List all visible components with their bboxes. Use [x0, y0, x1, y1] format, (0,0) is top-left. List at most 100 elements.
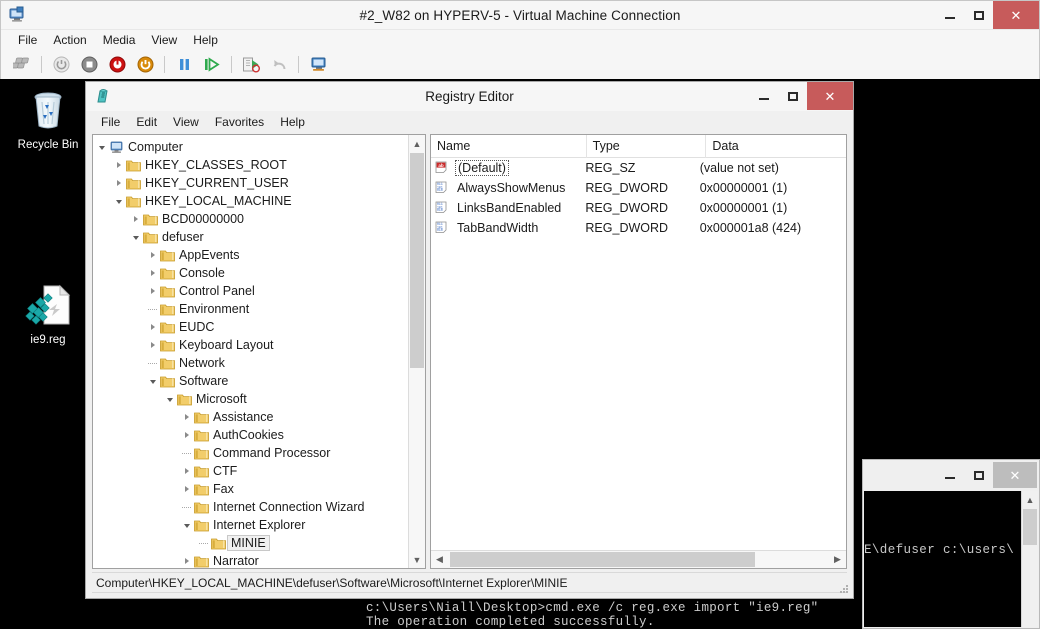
chevron-right-icon[interactable] — [180, 480, 193, 498]
column-header-data[interactable]: Data — [706, 135, 846, 158]
vm-connection-titlebar[interactable]: #2_W82 on HYPERV-5 - Virtual Machine Con… — [1, 1, 1039, 29]
tree-node-control-panel[interactable]: Control Panel — [93, 282, 408, 300]
tree-node-minie[interactable]: MINIE — [93, 534, 408, 552]
command-prompt-console[interactable]: E\defuser c:\users\ ▲ — [864, 491, 1038, 627]
menu-item-edit[interactable]: Edit — [128, 114, 165, 131]
close-button[interactable]: ✕ — [993, 462, 1037, 488]
scrollbar-track[interactable] — [448, 551, 829, 568]
chevron-down-icon[interactable] — [112, 192, 125, 210]
chevron-right-icon[interactable] — [146, 264, 159, 282]
value-list-rows[interactable]: ab (Default) REG_SZ (value not set) 011 101 01… — [431, 158, 846, 550]
value-row[interactable]: ab (Default) REG_SZ (value not set) — [431, 158, 846, 178]
value-row[interactable]: 011 101 010 LinksBandEnabled REG_DWORD 0x0000… — [431, 198, 846, 218]
chevron-right-icon[interactable] — [180, 426, 193, 444]
column-header-type[interactable]: Type — [587, 135, 707, 158]
menu-item-view[interactable]: View — [143, 32, 185, 49]
chevron-down-icon[interactable] — [146, 372, 159, 390]
registry-editor-titlebar[interactable]: Registry Editor ✕ — [86, 82, 853, 111]
chevron-right-icon[interactable] — [146, 282, 159, 300]
tree-node-bcd00000000[interactable]: BCD00000000 — [93, 210, 408, 228]
tree-node-environment[interactable]: Environment — [93, 300, 408, 318]
close-button[interactable]: ✕ — [993, 1, 1039, 29]
reset-icon[interactable] — [199, 53, 225, 77]
tree-vertical-scrollbar[interactable]: ▲ ▼ — [408, 135, 425, 568]
minimize-button[interactable] — [935, 462, 964, 488]
menu-item-media[interactable]: Media — [95, 32, 144, 49]
chevron-down-icon[interactable] — [95, 138, 108, 156]
menu-item-favorites[interactable]: Favorites — [207, 114, 272, 131]
chevron-right-icon[interactable] — [180, 408, 193, 426]
chevron-right-icon[interactable] — [146, 336, 159, 354]
column-header-name[interactable]: Name — [431, 135, 587, 158]
command-prompt-scrollbar[interactable]: ▲ — [1021, 491, 1038, 627]
chevron-down-icon[interactable] — [129, 228, 142, 246]
chevron-down-icon[interactable] — [180, 516, 193, 534]
save-icon[interactable] — [132, 53, 158, 77]
chevron-right-icon[interactable] — [112, 156, 125, 174]
tree-node-narrator[interactable]: Narrator — [93, 552, 408, 568]
menu-item-view[interactable]: View — [165, 114, 207, 131]
tree-node-console[interactable]: Console — [93, 264, 408, 282]
chevron-right-icon[interactable] — [180, 552, 193, 568]
menu-item-action[interactable]: Action — [45, 32, 94, 49]
scroll-up-icon[interactable]: ▲ — [1022, 491, 1038, 508]
close-button[interactable]: ✕ — [807, 82, 853, 110]
tree-node-fax[interactable]: Fax — [93, 480, 408, 498]
scrollbar-thumb[interactable] — [410, 153, 424, 368]
chevron-right-icon[interactable] — [112, 174, 125, 192]
registry-value-list-pane[interactable]: Name Type Data ab (Default) REG_SZ (value n… — [430, 134, 847, 569]
desktop-icon-recycle-bin[interactable]: Recycle Bin — [6, 88, 90, 151]
maximize-button[interactable] — [964, 1, 993, 29]
menu-item-help[interactable]: Help — [185, 32, 226, 49]
menu-item-file[interactable]: File — [93, 114, 128, 131]
command-prompt-titlebar[interactable]: ✕ — [863, 460, 1039, 490]
chevron-right-icon[interactable] — [146, 318, 159, 336]
tree-node-hkey-current-user[interactable]: HKEY_CURRENT_USER — [93, 174, 408, 192]
tree-node-defuser[interactable]: defuser — [93, 228, 408, 246]
tree-node-internet-connection-wizard[interactable]: Internet Connection Wizard — [93, 498, 408, 516]
desktop-icon-ie9-reg[interactable]: ie9.reg — [6, 283, 90, 346]
command-prompt-window[interactable]: ✕ E\defuser c:\users\ ▲ — [862, 459, 1040, 629]
tree-node-command-processor[interactable]: Command Processor — [93, 444, 408, 462]
enhanced-session-icon[interactable] — [305, 53, 331, 77]
scrollbar-thumb[interactable] — [450, 552, 755, 567]
tree-node-computer[interactable]: Computer — [93, 138, 408, 156]
tree-node-assistance[interactable]: Assistance — [93, 408, 408, 426]
tree-node-authcookies[interactable]: AuthCookies — [93, 426, 408, 444]
tree-node-internet-explorer[interactable]: Internet Explorer — [93, 516, 408, 534]
value-row[interactable]: 011 101 010 AlwaysShowMenus REG_DWORD 0x00000… — [431, 178, 846, 198]
turn-off-icon[interactable] — [76, 53, 102, 77]
start-icon[interactable] — [48, 53, 74, 77]
chevron-right-icon[interactable] — [146, 246, 159, 264]
registry-tree[interactable]: Computer HKEY_CLASSES_ROOT HKEY_CURRENT_US… — [93, 135, 408, 568]
menu-item-help[interactable]: Help — [272, 114, 313, 131]
maximize-button[interactable] — [964, 462, 993, 488]
registry-tree-pane[interactable]: Computer HKEY_CLASSES_ROOT HKEY_CURRENT_US… — [92, 134, 426, 569]
tree-node-network[interactable]: Network — [93, 354, 408, 372]
tree-node-eudc[interactable]: EUDC — [93, 318, 408, 336]
chevron-down-icon[interactable] — [163, 390, 176, 408]
scroll-up-icon[interactable]: ▲ — [409, 135, 425, 152]
revert-icon[interactable] — [266, 53, 292, 77]
tree-node-microsoft[interactable]: Microsoft — [93, 390, 408, 408]
scrollbar-thumb[interactable] — [1023, 509, 1037, 545]
checkpoint-icon[interactable] — [238, 53, 264, 77]
ctrl-alt-del-icon[interactable] — [9, 53, 35, 77]
tree-node-keyboard-layout[interactable]: Keyboard Layout — [93, 336, 408, 354]
value-row[interactable]: 011 101 010 TabBandWidth REG_DWORD 0x000001a8… — [431, 218, 846, 238]
chevron-right-icon[interactable] — [180, 462, 193, 480]
tree-node-hkey-local-machine[interactable]: HKEY_LOCAL_MACHINE — [93, 192, 408, 210]
minimize-button[interactable] — [749, 82, 778, 110]
chevron-right-icon[interactable] — [129, 210, 142, 228]
resize-grip-icon[interactable] — [838, 583, 850, 595]
minimize-button[interactable] — [935, 1, 964, 29]
value-list-horizontal-scrollbar[interactable]: ◀ ▶ — [431, 550, 846, 568]
scroll-left-icon[interactable]: ◀ — [431, 551, 448, 568]
scroll-down-icon[interactable]: ▼ — [409, 551, 425, 568]
tree-node-software[interactable]: Software — [93, 372, 408, 390]
tree-node-ctf[interactable]: CTF — [93, 462, 408, 480]
scroll-right-icon[interactable]: ▶ — [829, 551, 846, 568]
tree-node-hkey-classes-root[interactable]: HKEY_CLASSES_ROOT — [93, 156, 408, 174]
maximize-button[interactable] — [778, 82, 807, 110]
pause-icon[interactable] — [171, 53, 197, 77]
